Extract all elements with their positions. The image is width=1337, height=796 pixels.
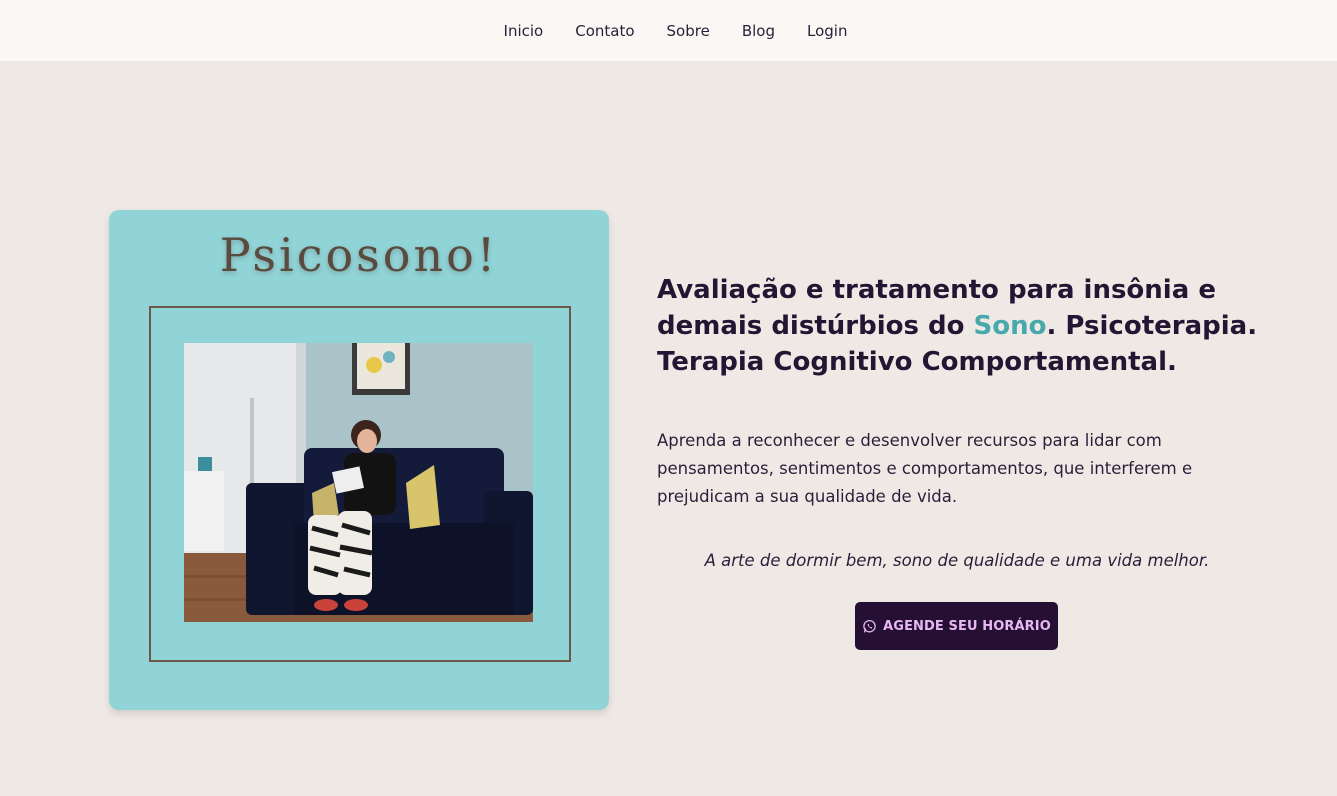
- nav-link-contato[interactable]: Contato: [559, 22, 650, 40]
- top-navbar: Inicio Contato Sobre Blog Login: [0, 0, 1337, 61]
- schedule-button-label: AGENDE SEU HORÁRIO: [883, 618, 1051, 634]
- hero-description: Aprenda a reconhecer e desenvolver recur…: [657, 431, 1193, 506]
- schedule-appointment-button[interactable]: AGENDE SEU HORÁRIO: [855, 602, 1058, 650]
- nav-link-inicio[interactable]: Inicio: [488, 22, 560, 40]
- nav-link-login[interactable]: Login: [791, 22, 863, 40]
- hero-tagline: A arte de dormir bem, sono de qualidade …: [704, 551, 1210, 570]
- logo-text: Psicosono!: [219, 228, 499, 282]
- nav-link-blog[interactable]: Blog: [726, 22, 791, 40]
- hero-headline: Avaliação e tratamento para insônia e de…: [657, 272, 1277, 380]
- photo-illustration: [184, 343, 533, 622]
- whatsapp-icon: [862, 619, 877, 634]
- nav-link-sobre[interactable]: Sobre: [651, 22, 726, 40]
- nav-menu: Inicio Contato Sobre Blog Login: [488, 22, 864, 40]
- headline-accent-word: Sono: [973, 311, 1047, 341]
- hero-image-card: Psicosono!: [109, 210, 609, 710]
- therapist-photo: [184, 343, 533, 622]
